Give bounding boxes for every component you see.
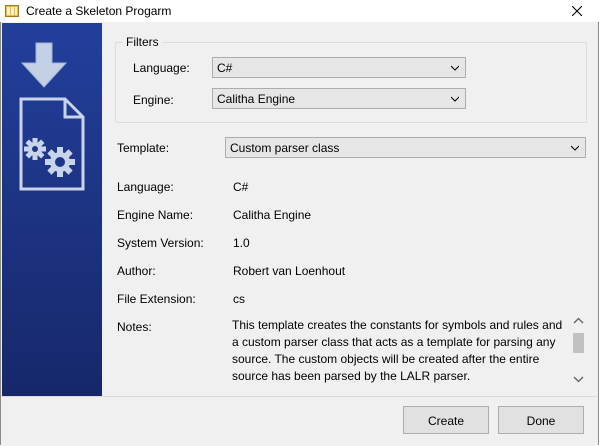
detail-system-version-value: 1.0 <box>233 236 250 250</box>
filter-language-select[interactable]: C# <box>212 57 466 78</box>
filter-language-label: Language: <box>133 61 190 75</box>
detail-notes-label: Notes: <box>117 320 152 334</box>
filters-group <box>115 42 587 123</box>
side-banner <box>2 23 102 396</box>
detail-engine-name-label: Engine Name: <box>117 208 194 222</box>
template-label: Template: <box>117 141 170 155</box>
notes-scrollbar[interactable] <box>570 314 587 386</box>
download-document-gears-icon <box>19 42 85 191</box>
close-icon <box>572 6 582 16</box>
filter-engine-select[interactable]: Calitha Engine <box>212 88 466 109</box>
filter-engine-value: Calitha Engine <box>217 92 296 106</box>
detail-author-value: Robert van Loenhout <box>233 264 346 278</box>
detail-file-extension-value: cs <box>233 292 245 306</box>
detail-language-label: Language: <box>117 180 174 194</box>
detail-author-label: Author: <box>117 264 156 278</box>
scroll-thumb[interactable] <box>573 333 584 353</box>
filter-language-value: C# <box>217 61 233 75</box>
create-button[interactable]: Create <box>403 406 489 434</box>
title-bar: Create a Skeleton Progarm <box>0 0 599 22</box>
scroll-down-icon[interactable] <box>573 375 584 383</box>
detail-engine-name-value: Calitha Engine <box>233 208 312 222</box>
chevron-down-icon <box>571 145 579 151</box>
filters-legend: Filters <box>123 35 162 49</box>
folder-icon <box>5 5 19 17</box>
template-select[interactable]: Custom parser class <box>225 137 586 158</box>
detail-file-extension-label: File Extension: <box>117 292 196 306</box>
chevron-down-icon <box>451 96 459 102</box>
chevron-down-icon <box>451 65 459 71</box>
detail-system-version-label: System Version: <box>117 236 204 250</box>
notes-text: This template creates the constants for … <box>232 318 563 383</box>
done-button[interactable]: Done <box>498 406 584 434</box>
window-title: Create a Skeleton Progarm <box>26 4 172 18</box>
detail-language-value: C# <box>233 180 249 194</box>
filter-engine-label: Engine: <box>133 93 174 107</box>
scroll-up-icon[interactable] <box>573 317 584 325</box>
close-button[interactable] <box>555 0 599 22</box>
template-value: Custom parser class <box>230 141 340 155</box>
notes-textbox[interactable]: This template creates the constants for … <box>229 314 586 386</box>
